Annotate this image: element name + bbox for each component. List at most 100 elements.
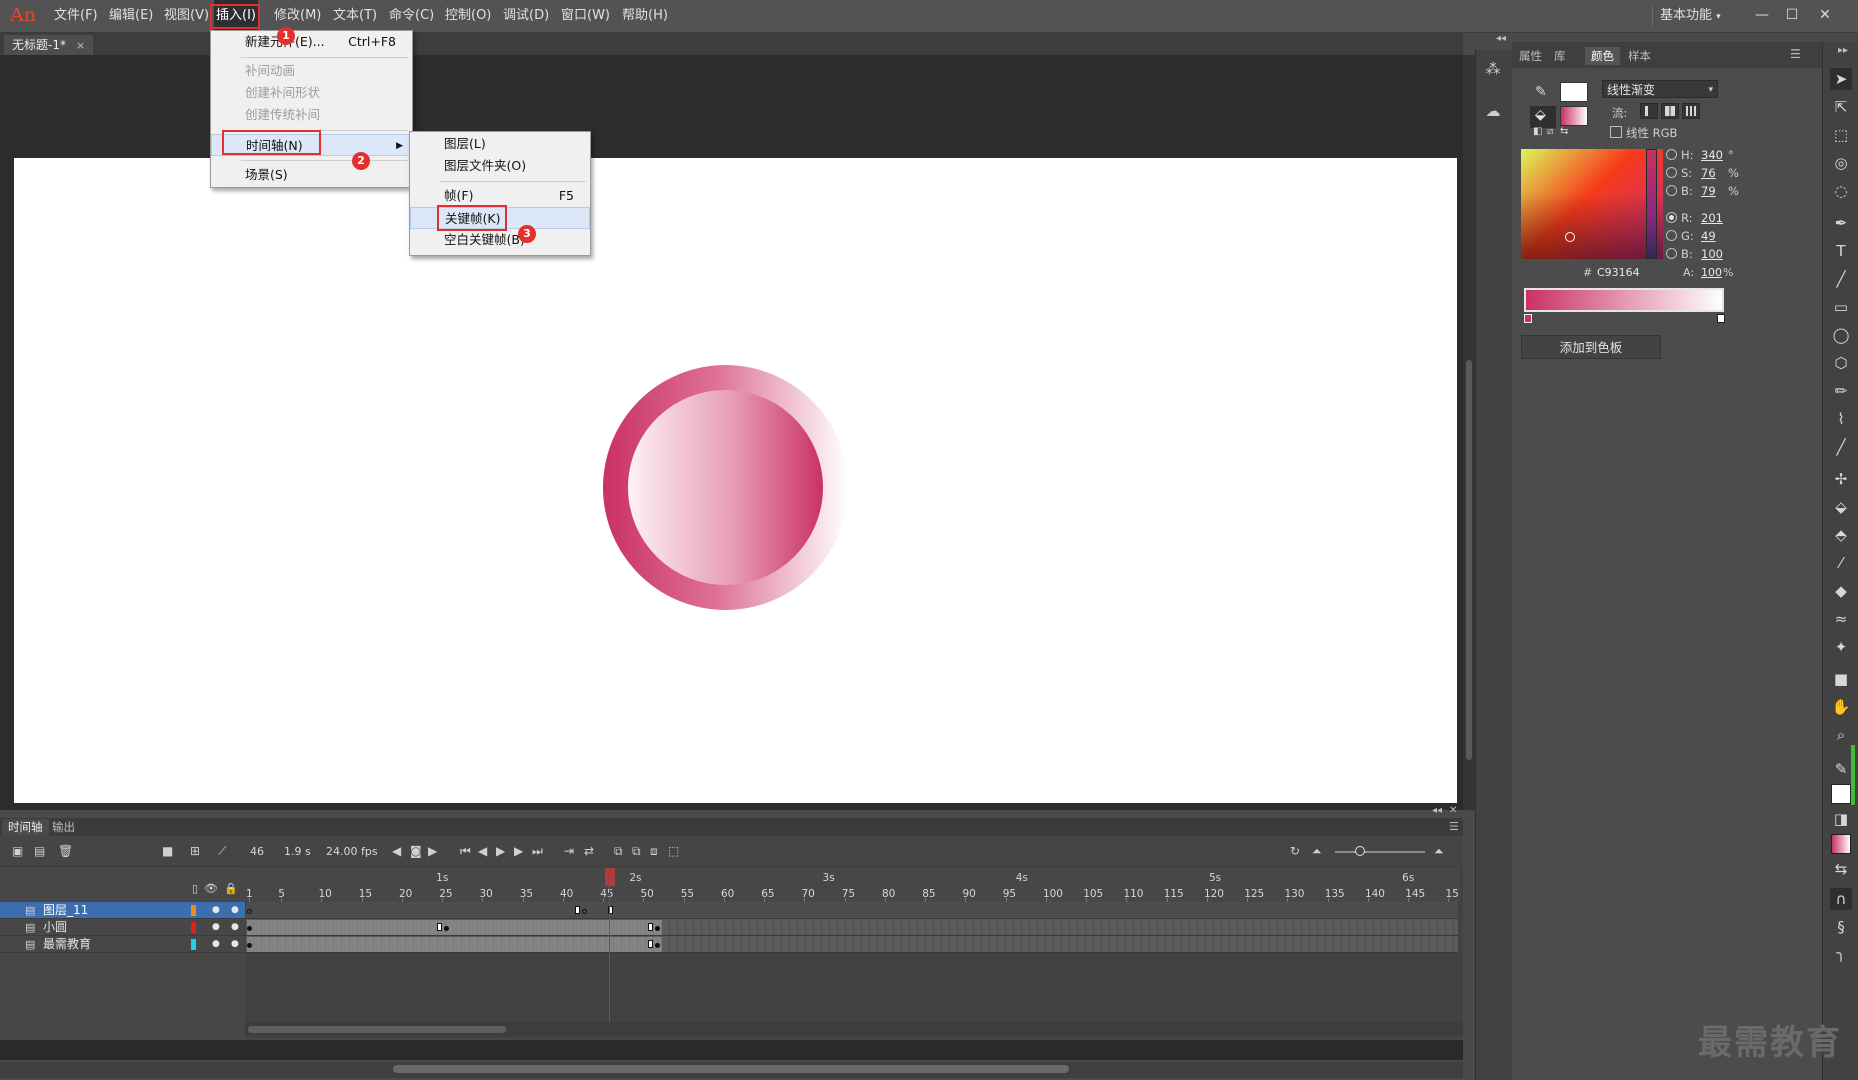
blue-row[interactable]: B: 100 [1666,246,1723,262]
asset-warp-tool-icon[interactable]: ✦ [1830,636,1852,658]
hand-tool-icon[interactable]: ✋ [1830,696,1852,718]
tool-fill-swatch[interactable] [1831,834,1851,854]
step-back-icon[interactable]: ◀ [478,843,487,859]
frame-span[interactable] [247,920,662,935]
gradient-circle-inner[interactable] [628,390,823,585]
fill-color-tool-icon[interactable]: ◨ [1830,808,1852,830]
green-value[interactable]: 49 [1701,228,1716,244]
delete-icon[interactable]: 🗑 [58,843,73,859]
menu-text[interactable]: 文本(T) [331,0,379,32]
pen-tool-icon[interactable]: ✒ [1830,212,1852,234]
tab-swatches[interactable]: 样本 [1622,47,1657,65]
zoom-tool-icon[interactable]: ⌕ [1830,724,1852,746]
center-frame-icon[interactable]: ⇄ [584,843,594,859]
hex-value[interactable]: C93164 [1597,266,1640,279]
linear-rgb-checkbox[interactable]: 线性 RGB [1610,125,1677,141]
stroke-color-swatch[interactable] [1560,82,1588,102]
last-frame-icon[interactable]: ⏭ [532,843,543,859]
tool-stroke-swatch[interactable] [1831,784,1851,804]
timeline-zoom-slider[interactable] [1335,851,1425,853]
collapse-tools-icon[interactable]: ▸▸ [1838,45,1848,56]
new-layer-icon[interactable]: ▣ [12,843,23,859]
line-tool-icon[interactable]: ╱ [1830,268,1852,290]
snap-magnet-icon[interactable]: ∩ [1830,888,1852,910]
flow-extend-button[interactable] [1640,103,1658,119]
3d-rotation-tool-icon[interactable]: ◎ [1830,152,1852,174]
layer-row[interactable]: ▤ 最需教育 ● ● [0,936,245,953]
ink-bottle-tool-icon[interactable]: ⬘ [1830,524,1852,546]
smooth-icon[interactable]: § [1830,916,1852,938]
motion-presets-icon[interactable]: ⁂ [1482,58,1504,80]
modify-markers-icon[interactable]: ⬚ [668,843,679,859]
stroke-color-tool-icon[interactable]: ✎ [1830,758,1852,780]
close-window-button[interactable]: ✕ [1810,4,1840,26]
swap-colors-tool-icon[interactable]: ⇆ [1830,858,1852,880]
text-tool-icon[interactable]: T [1830,240,1852,262]
tab-timeline[interactable]: 时间轴 [2,819,49,836]
menu-blank-keyframe[interactable]: 空白关键帧(B) [410,229,590,251]
layer-name[interactable]: 小圆 [43,919,67,936]
tab-library[interactable]: 库 [1548,47,1572,65]
black-white-icon[interactable]: ◧ [1533,126,1542,137]
zoom-out-icon[interactable]: ⏶ [1312,843,1322,859]
layer-color-indicator[interactable] [191,922,196,933]
green-row[interactable]: G: 49 [1666,228,1716,244]
frame-rate[interactable]: 24.00 fps [326,845,378,858]
frame-span[interactable] [247,937,662,952]
fill-color-swatch[interactable] [1560,106,1588,126]
lock-dot-icon[interactable]: ● [231,902,239,919]
brightness-value[interactable]: 79 [1701,183,1716,199]
close-icon[interactable]: ✕ [1449,805,1457,816]
layer-name[interactable]: 图层_11 [43,902,88,919]
step-forward-icon[interactable]: ▶ [514,843,523,859]
saturation-row[interactable]: S: 76% [1666,165,1739,181]
edit-multiple-frames-icon[interactable]: ⧈ [650,843,658,859]
frame-end-marker[interactable] [648,923,653,931]
playhead-line[interactable] [609,886,610,1022]
visibility-dot-icon[interactable]: ● [212,936,220,953]
subselection-tool-icon[interactable]: ⇱ [1830,96,1852,118]
keyframe[interactable] [247,943,252,948]
flow-reflect-button[interactable] [1661,103,1679,119]
layer-row[interactable]: ▤ 图层_11 ● ● [0,902,245,919]
eyedropper-tool-icon[interactable]: ⁄ [1830,552,1852,574]
menu-control[interactable]: 控制(O) [443,0,493,32]
horizontal-scrollbar-thumb[interactable] [393,1065,1069,1073]
swap-colors-icon[interactable]: ⇆ [1560,126,1568,137]
bone-tool-icon[interactable]: ✢ [1830,468,1852,490]
straighten-icon[interactable]: ╮ [1830,942,1852,964]
gradient-definition-bar[interactable] [1524,288,1724,312]
keyframe[interactable] [655,943,660,948]
lasso-tool-icon[interactable]: ◌ [1830,180,1852,202]
blue-value[interactable]: 100 [1701,246,1723,262]
brush-tool-icon[interactable]: ╱ [1830,436,1852,458]
panel-menu-icon[interactable]: ☰ [1449,820,1459,833]
layer-color-indicator[interactable] [191,939,196,950]
menu-help[interactable]: 帮助(H) [620,0,670,32]
layer-parenting-icon[interactable]: ⊞ [190,843,200,859]
timeline-zoom-knob[interactable] [1355,846,1365,856]
menu-frame[interactable]: 帧(F) F5 [410,185,590,207]
first-frame-icon[interactable]: ⏮ [460,843,471,859]
free-transform-tool-icon[interactable]: ⬚ [1830,124,1852,146]
next-keyframe-icon[interactable]: ▶ [428,843,437,859]
workspace-switcher[interactable]: 基本功能 ▾ [1660,6,1721,26]
color-picker-cursor[interactable] [1565,232,1575,242]
pencil-icon[interactable]: ✎ [1535,84,1547,100]
menu-commands[interactable]: 命令(C) [387,0,436,32]
layer-visibility-lock-header[interactable]: ▯👁🔒 [192,882,244,895]
stage-scrollbar-thumb[interactable] [1466,360,1472,760]
menu-scene[interactable]: 场景(S) [211,164,412,186]
paint-brush-tool-icon[interactable]: ⌇ [1830,408,1852,430]
red-value[interactable]: 201 [1701,210,1723,226]
add-to-swatches-button[interactable]: 添加到色板 [1521,335,1661,359]
camera-icon[interactable]: ■ [162,843,173,859]
hue-slider[interactable] [1646,149,1657,259]
hue-value[interactable]: 340 [1701,147,1723,163]
visibility-dot-icon[interactable]: ● [212,902,220,919]
frame-end-marker[interactable] [437,923,442,931]
current-frame[interactable]: 46 [250,845,264,858]
onion-skin-icon[interactable]: ⧉ [614,843,623,859]
saturation-value[interactable]: 76 [1701,165,1716,181]
panel-menu-icon[interactable]: ☰ [1790,47,1801,61]
